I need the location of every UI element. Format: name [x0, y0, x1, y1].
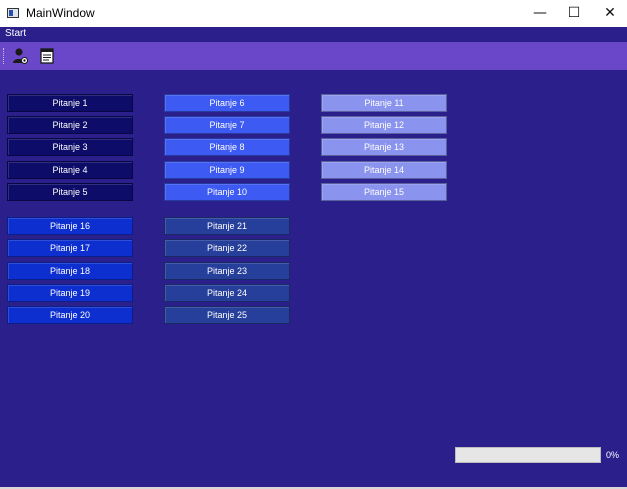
question-23-button[interactable]: Pitanje 23	[164, 262, 290, 280]
question-10-button[interactable]: Pitanje 10	[164, 183, 290, 201]
progress-label: 0%	[606, 450, 620, 460]
menu-bar: Start	[0, 27, 627, 42]
question-17-button[interactable]: Pitanje 17	[7, 239, 133, 257]
progress-bar	[455, 447, 601, 463]
question-1-button[interactable]: Pitanje 1	[7, 94, 133, 112]
question-3-button[interactable]: Pitanje 3	[7, 138, 133, 156]
question-13-button[interactable]: Pitanje 13	[321, 138, 447, 156]
maximize-button[interactable]: ☐	[555, 0, 593, 27]
question-18-button[interactable]: Pitanje 18	[7, 262, 133, 280]
question-7-button[interactable]: Pitanje 7	[164, 116, 290, 134]
question-16-button[interactable]: Pitanje 16	[7, 217, 133, 235]
question-14-button[interactable]: Pitanje 14	[321, 161, 447, 179]
minimize-button[interactable]: —	[521, 0, 559, 27]
menu-start[interactable]: Start	[5, 28, 26, 39]
question-11-button[interactable]: Pitanje 11	[321, 94, 447, 112]
question-20-button[interactable]: Pitanje 20	[7, 306, 133, 324]
app-window-icon	[7, 8, 19, 18]
toolbar	[0, 42, 627, 70]
question-21-button[interactable]: Pitanje 21	[164, 217, 290, 235]
question-4-button[interactable]: Pitanje 4	[7, 161, 133, 179]
question-2-button[interactable]: Pitanje 2	[7, 116, 133, 134]
question-6-button[interactable]: Pitanje 6	[164, 94, 290, 112]
question-22-button[interactable]: Pitanje 22	[164, 239, 290, 257]
user-icon[interactable]	[11, 47, 29, 65]
notepad-icon[interactable]	[38, 47, 56, 65]
question-15-button[interactable]: Pitanje 15	[321, 183, 447, 201]
question-5-button[interactable]: Pitanje 5	[7, 183, 133, 201]
question-8-button[interactable]: Pitanje 8	[164, 138, 290, 156]
close-button[interactable]: ✕	[591, 0, 627, 27]
window-title: MainWindow	[26, 6, 95, 20]
question-9-button[interactable]: Pitanje 9	[164, 161, 290, 179]
toolbar-grip[interactable]	[3, 48, 6, 64]
question-12-button[interactable]: Pitanje 12	[321, 116, 447, 134]
question-24-button[interactable]: Pitanje 24	[164, 284, 290, 302]
question-19-button[interactable]: Pitanje 19	[7, 284, 133, 302]
question-25-button[interactable]: Pitanje 25	[164, 306, 290, 324]
title-bar: MainWindow — ☐ ✕	[0, 0, 627, 28]
